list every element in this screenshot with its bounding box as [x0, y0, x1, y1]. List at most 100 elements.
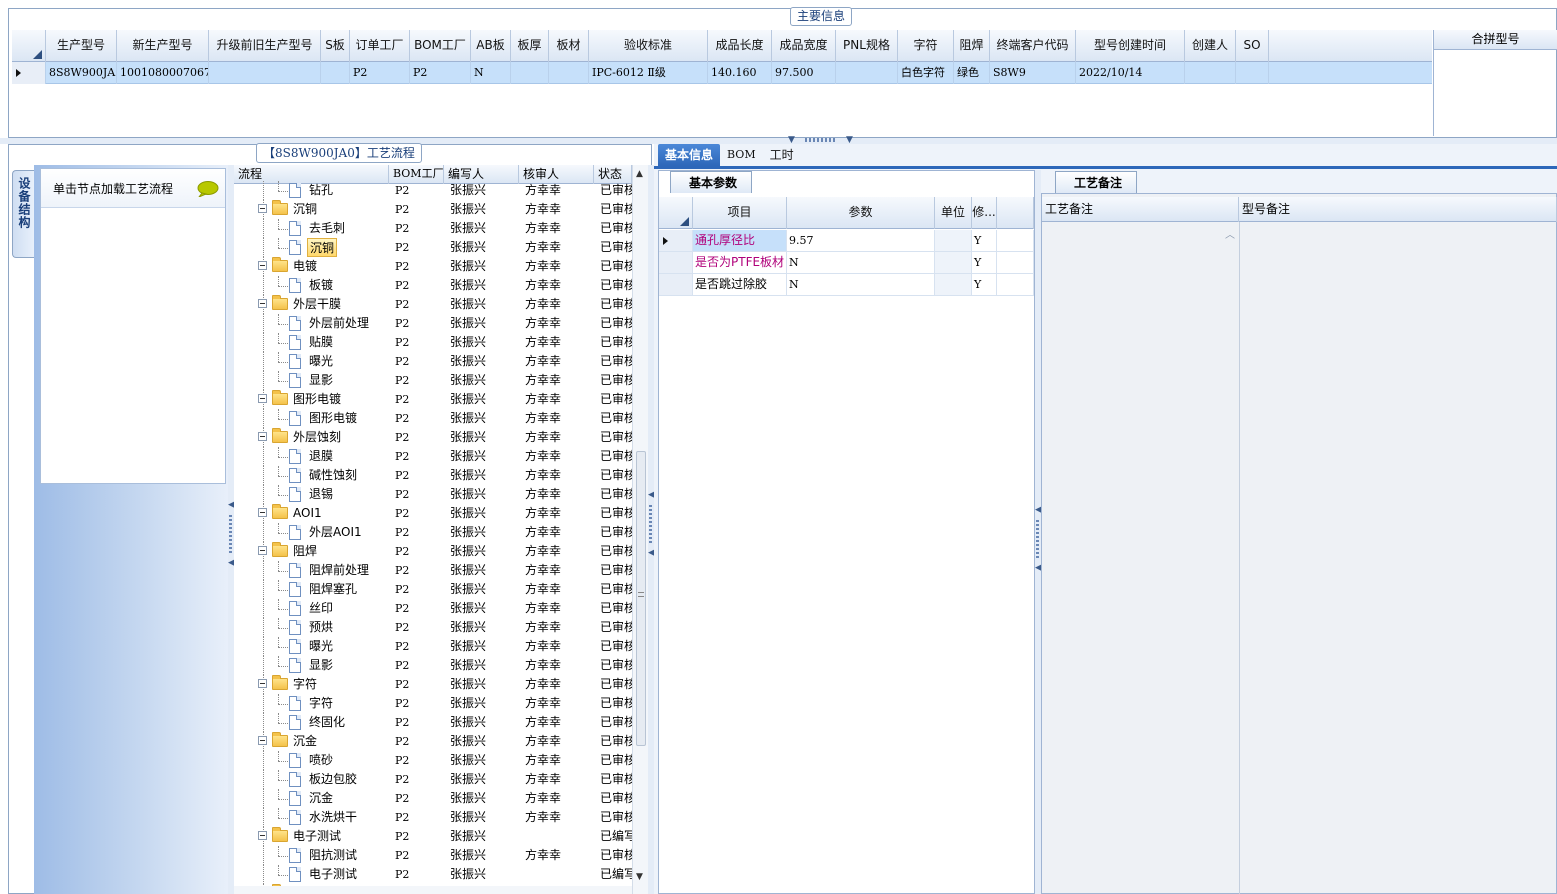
tree-row[interactable]: 退锡 P2 张振兴 方幸幸 已审核 — [234, 485, 632, 504]
tree-row[interactable]: 丝印 P2 张振兴 方幸幸 已审核 — [234, 599, 632, 618]
tab-basic-params[interactable]: 基本参数 — [670, 171, 753, 193]
col-header[interactable]: BOM工厂 — [410, 30, 471, 62]
tree-node[interactable]: 阻抗测试 — [234, 846, 389, 865]
param-modify-cell[interactable]: Y — [972, 252, 997, 273]
tree-row[interactable]: 终固化 P2 张振兴 方幸幸 已审核 — [234, 713, 632, 732]
grid-cell[interactable]: 140.160 — [708, 62, 772, 84]
tree-node[interactable]: AOI1 — [234, 504, 389, 523]
tree-row[interactable]: 阻焊塞孔 P2 张振兴 方幸幸 已审核 — [234, 580, 632, 599]
tree-row[interactable]: 外层AOI1 P2 张振兴 方幸幸 已审核 — [234, 523, 632, 542]
tree-row[interactable]: 图形电镀 P2 张振兴 方幸幸 已审核 — [234, 390, 632, 409]
tab-bom[interactable]: BOM — [720, 144, 763, 166]
tree-node[interactable]: 退锡 — [234, 485, 389, 504]
tree-row[interactable]: 水洗烘干 P2 张振兴 方幸幸 已审核 — [234, 808, 632, 827]
tree-node[interactable]: 电镀 — [234, 257, 389, 276]
tree-node[interactable]: 电子测试 — [234, 827, 389, 846]
tree-node[interactable]: 板边包胶 — [234, 770, 389, 789]
scroll-down-icon[interactable]: ▼ — [636, 872, 643, 882]
collapse-icon[interactable] — [258, 831, 267, 840]
tree-node[interactable]: 钻孔 — [234, 181, 389, 200]
tree-node[interactable]: 退膜 — [234, 447, 389, 466]
tree-row[interactable]: 外层蚀刻 P2 张振兴 方幸幸 已审核 — [234, 428, 632, 447]
tree-node[interactable]: 曝光 — [234, 637, 389, 656]
grid-cell[interactable]: 绿色 — [954, 62, 990, 84]
tree-node[interactable]: 碱性蚀刻 — [234, 466, 389, 485]
grid-cell[interactable]: IPC-6012 Ⅱ级 — [589, 62, 708, 84]
tree-node[interactable]: 图形电镀 — [234, 390, 389, 409]
tree-row[interactable]: 退膜 P2 张振兴 方幸幸 已审核 — [234, 447, 632, 466]
col-header[interactable]: 型号创建时间 — [1076, 30, 1185, 62]
tree-row[interactable]: 曝光 P2 张振兴 方幸幸 已审核 — [234, 637, 632, 656]
tree-row[interactable]: 字符 P2 张振兴 方幸幸 已审核 — [234, 675, 632, 694]
tab-basic-info[interactable]: 基本信息 — [658, 144, 721, 166]
grid-cell[interactable]: S8W9 — [990, 62, 1076, 84]
tree-row[interactable]: 显影 P2 张振兴 方幸幸 已审核 — [234, 371, 632, 390]
tree-row[interactable]: 钻孔 P2 张振兴 方幸幸 已审核 — [234, 181, 632, 200]
grid-cell[interactable] — [1185, 62, 1236, 84]
tree-row[interactable]: 板镀 P2 张振兴 方幸幸 已审核 — [234, 276, 632, 295]
col-header[interactable]: 阻焊 — [954, 30, 990, 62]
tree-row[interactable]: 阻焊 P2 张振兴 方幸幸 已审核 — [234, 542, 632, 561]
tree-row[interactable]: 沉金 P2 张振兴 方幸幸 已审核 — [234, 732, 632, 751]
grid-cell[interactable] — [1236, 62, 1269, 84]
col-header[interactable]: SO — [1236, 30, 1269, 62]
tree-row[interactable]: 显影 P2 张振兴 方幸幸 已审核 — [234, 656, 632, 675]
col-header[interactable]: 升级前旧生产型号 — [209, 30, 321, 62]
param-value-cell[interactable]: N — [787, 274, 935, 295]
tree-row[interactable]: 沉铜 P2 张振兴 方幸幸 已审核 — [234, 238, 632, 257]
tree-row[interactable]: 贴膜 P2 张振兴 方幸幸 已审核 — [234, 333, 632, 352]
grid-cell[interactable] — [836, 62, 898, 84]
collapse-icon[interactable] — [258, 261, 267, 270]
tree-node[interactable]: 沉金 — [234, 732, 389, 751]
param-unit-cell[interactable] — [935, 274, 972, 295]
collapse-icon[interactable] — [258, 546, 267, 555]
tree-node[interactable]: 终固化 — [234, 713, 389, 732]
tree-row[interactable]: AOI1 P2 张振兴 方幸幸 已审核 — [234, 504, 632, 523]
structure-hint[interactable]: 单击节点加载工艺流程 — [41, 169, 225, 208]
col-header[interactable]: 验收标准 — [589, 30, 708, 62]
param-modify-cell[interactable]: Y — [972, 274, 997, 295]
main-grid-row[interactable]: 8S8W900JA0 10010800070679 P2 P2 N IPC-6012 Ⅱ级… — [12, 62, 1432, 84]
col-header[interactable]: 终端客户代码 — [990, 30, 1076, 62]
tree-row[interactable]: 电子测试 P2 张振兴 已编写 — [234, 827, 632, 846]
grid-cell[interactable] — [209, 62, 321, 84]
scroll-thumb[interactable] — [636, 451, 646, 746]
tree-node[interactable]: 外层蚀刻 — [234, 428, 389, 447]
param-value-cell[interactable]: N — [787, 252, 935, 273]
tree-horizontal-scrollbar[interactable] — [234, 886, 632, 894]
grid-cell[interactable]: 97.500 — [772, 62, 836, 84]
grid-cell[interactable]: P2 — [410, 62, 471, 84]
collapse-icon[interactable] — [258, 394, 267, 403]
param-row[interactable]: 是否跳过除胶 N Y — [659, 274, 1034, 296]
process-tree-grid[interactable]: 流程 BOM工厂 编写人 核审人 状态 钻孔 P2 张振兴 方幸幸 已审核 沉铜 P2 张振兴 方幸幸已… — [234, 165, 632, 894]
col-header[interactable]: 板材 — [549, 30, 589, 62]
notes-col-model[interactable]: 型号备注 — [1239, 197, 1557, 222]
col-header[interactable]: 新生产型号 — [117, 30, 209, 62]
tree-row[interactable]: 电子测试 P2 张振兴 已编写 — [234, 865, 632, 884]
tab-equipment-structure[interactable]: 设备结构 — [12, 170, 34, 258]
tree-node[interactable]: 显影 — [234, 371, 389, 390]
col-header[interactable]: 生产型号 — [46, 30, 117, 62]
tree-row[interactable]: 阻抗测试 P2 张振兴 方幸幸 已审核 — [234, 846, 632, 865]
grid-cell[interactable]: 2022/10/14 — [1076, 62, 1185, 84]
params-col-header[interactable]: 修... — [972, 197, 997, 229]
params-corner[interactable] — [659, 197, 693, 229]
params-col-header[interactable]: 参数 — [787, 197, 935, 229]
tab-process-notes[interactable]: 工艺备注 — [1055, 171, 1138, 193]
tree-row[interactable]: 板边包胶 P2 张振兴 方幸幸 已审核 — [234, 770, 632, 789]
grid-cell[interactable] — [511, 62, 549, 84]
tree-node[interactable]: 阻焊 — [234, 542, 389, 561]
tree-row[interactable]: 阻焊前处理 P2 张振兴 方幸幸 已审核 — [234, 561, 632, 580]
tree-node[interactable]: 外层前处理 — [234, 314, 389, 333]
param-item-cell[interactable]: 是否为PTFE板材 — [693, 252, 787, 273]
col-header[interactable]: AB板 — [471, 30, 511, 62]
collapse-icon[interactable] — [258, 204, 267, 213]
tree-node[interactable]: 板镀 — [234, 276, 389, 295]
col-header[interactable]: S板 — [321, 30, 350, 62]
params-col-header[interactable]: 项目 — [693, 197, 787, 229]
param-unit-cell[interactable] — [935, 252, 972, 273]
tree-node[interactable]: 水洗烘干 — [234, 808, 389, 827]
param-unit-cell[interactable] — [935, 230, 972, 251]
grid-cell[interactable]: 10010800070679 — [117, 62, 209, 84]
tree-node[interactable]: 预烘 — [234, 618, 389, 637]
